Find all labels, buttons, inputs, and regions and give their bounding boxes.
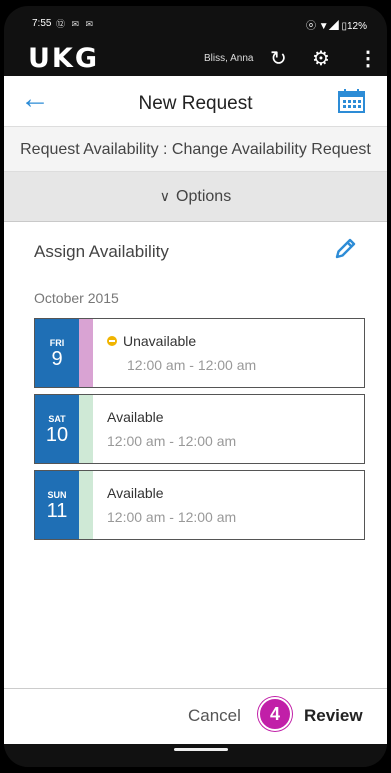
system-nav-bar [4,744,387,767]
options-toggle[interactable]: ∨ Options [4,172,387,222]
status-bar: 7:55 ⑫ ✉ ✉ ⓞ ▼◢ ▯12% [4,6,387,40]
home-indicator[interactable] [174,748,228,751]
unavailable-indicator-icon [107,336,117,346]
status-time: 7:55 [32,18,52,29]
day-time-range: 12:00 am - 12:00 am [127,357,257,373]
day-time-range: 12:00 am - 12:00 am [107,433,237,449]
day-number: 9 [51,348,63,370]
status-right: ⓞ ▼◢ ▯12% [306,21,367,32]
title-bar: ← New Request [4,76,387,126]
day-date-block: FRI 9 [35,319,79,387]
pencil-edit-icon[interactable] [332,236,358,262]
day-card-fri[interactable]: FRI 9 Unavailable 12:00 am - 12:00 am [34,318,365,388]
footer-bar: Cancel 4 Review [4,688,387,744]
refresh-icon[interactable]: ↻ [270,46,287,71]
status-strip [79,319,93,387]
options-content: ∨ Options [4,188,387,206]
subtitle-bar: Request Availability : Change Availabili… [4,126,387,172]
ukg-logo: UKG [28,43,100,74]
day-date-block: SAT 10 [35,395,79,463]
request-subtitle: Request Availability : Change Availabili… [20,141,371,158]
options-label: Options [176,188,232,205]
month-label: October 2015 [34,290,119,306]
content: ← New Request Request Availability : Cha… [4,76,387,744]
status-strip [79,471,93,539]
step-badge: 4 [258,697,292,731]
status-strip [79,395,93,463]
day-of-week: FRI [49,338,65,348]
day-status-label: Available [107,485,164,501]
double-chevron-down-icon: ∨ [159,188,171,204]
day-status: Unavailable [107,333,196,349]
day-of-week: SUN [47,490,67,500]
cancel-button[interactable]: Cancel [188,706,241,726]
phone-frame: 7:55 ⑫ ✉ ✉ ⓞ ▼◢ ▯12% UKG Bliss, Anna ↻ ⚙… [0,0,391,773]
day-time-range: 12:00 am - 12:00 am [107,509,237,525]
day-card-sat[interactable]: SAT 10 Available 12:00 am - 12:00 am [34,394,365,464]
more-icon[interactable]: ⋮ [358,46,378,71]
page-title: New Request [138,93,253,114]
day-date-block: SUN 11 [35,471,79,539]
notification-icons: ⑫ ✉ ✉ [56,19,96,29]
day-status-label: Available [107,409,164,425]
user-name: Bliss, Anna [204,53,254,64]
day-status-label: Unavailable [123,333,197,349]
day-card-sun[interactable]: SUN 11 Available 12:00 am - 12:00 am [34,470,365,540]
review-button[interactable]: Review [304,706,363,726]
calendar-icon[interactable] [338,89,365,113]
assign-availability-title: Assign Availability [34,242,169,261]
app-header: UKG Bliss, Anna ↻ ⚙ ⋮ [4,40,387,76]
day-number: 10 [45,424,69,446]
screen: 7:55 ⑫ ✉ ✉ ⓞ ▼◢ ▯12% UKG Bliss, Anna ↻ ⚙… [4,6,387,767]
gear-icon[interactable]: ⚙ [312,46,330,71]
day-of-week: SAT [48,414,66,424]
day-number: 11 [46,500,68,522]
